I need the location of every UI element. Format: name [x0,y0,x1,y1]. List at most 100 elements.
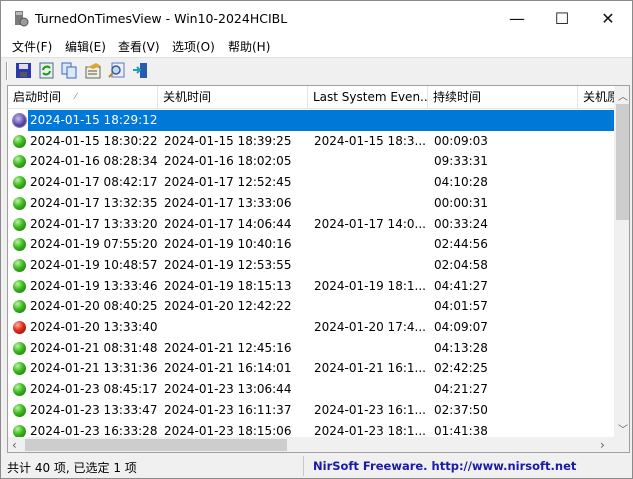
find-icon[interactable] [108,62,125,79]
cell-end: 2024-01-23 16:11:37 [164,402,292,417]
table-row[interactable]: 2024-01-20 08:40:25 2024-01-20 12:42:22 04… [8,296,614,317]
cell-start: 2024-01-23 13:33:47 [30,402,158,417]
cell-start: 2024-01-21 13:31:36 [30,361,158,376]
cell-start: 2024-01-15 18:30:22 [30,133,158,148]
cell-last: 2024-01-23 16:1... [314,402,426,417]
green-status-icon [13,362,26,376]
cell-dur: 02:42:25 [434,361,488,376]
table-row[interactable]: 2024-01-17 08:42:17 2024-01-17 12:52:45 04… [8,172,614,193]
menu-options[interactable]: 选项(O) [172,38,215,55]
green-status-icon [13,279,26,293]
maximize-button[interactable]: ☐ [539,1,585,35]
sort-ascending-icon: ⁄ [75,92,77,102]
cell-start: 2024-01-19 13:33:46 [30,278,158,293]
table-row[interactable]: 2024-01-17 13:33:20 2024-01-17 14:06:44 20… [8,214,614,235]
cell-dur: 04:41:27 [434,278,488,293]
app-icon [15,11,29,27]
scroll-left-icon[interactable]: ‹ [12,438,17,452]
cell-end: 2024-01-20 12:42:22 [164,299,292,314]
column-label: 启动时间 [13,90,62,104]
menu-file[interactable]: 文件(F) [12,38,52,55]
exit-icon[interactable] [132,62,149,79]
cell-end: 2024-01-17 14:06:44 [164,216,292,231]
cell-dur: 04:13:28 [434,340,488,355]
column-header-start-time[interactable]: 启动时间 ⁄ [8,86,158,109]
cell-end: 2024-01-15 18:39:25 [164,133,292,148]
cell-end: 2024-01-19 12:53:55 [164,257,292,272]
green-status-icon [13,341,26,355]
scroll-down-icon[interactable]: ﹀ [618,421,628,436]
cell-end: 2024-01-16 18:02:05 [164,154,292,169]
cell-last: 2024-01-21 16:1... [314,361,426,376]
scroll-up-icon[interactable]: ︿ [618,88,628,103]
table-row[interactable]: 2024-01-23 13:33:47 2024-01-23 16:11:37 20… [8,400,614,421]
cell-dur: 04:01:57 [434,299,488,314]
cell-end: 2024-01-17 12:52:45 [164,175,292,190]
green-status-icon [13,176,26,190]
table-row[interactable]: 2024-01-20 13:33:40 2024-01-20 17:4... 04:… [8,317,614,338]
cell-last: 2024-01-23 18:1... [314,423,426,438]
status-divider [303,456,304,476]
times-list[interactable]: 启动时间 ⁄ 关机时间 Last System Even... 持续时间 关机原 … [7,85,630,453]
table-row[interactable]: 2024-01-15 18:29:12 [8,110,614,131]
cell-start: 2024-01-23 16:33:28 [30,423,158,438]
save-icon[interactable] [15,62,32,79]
window-title: TurnedOnTimesView - Win10-2024HCIBL [35,11,288,26]
refresh-icon[interactable] [38,62,55,79]
green-status-icon [13,134,26,148]
nirsoft-link[interactable]: NirSoft Freeware. http://www.nirsoft.net [313,459,576,473]
cell-start: 2024-01-23 08:45:17 [30,382,158,397]
table-row[interactable]: 2024-01-19 10:48:57 2024-01-19 12:53:55 02… [8,255,614,276]
cell-start: 2024-01-16 08:28:34 [30,154,158,169]
minimize-button[interactable]: — [494,1,540,35]
current-session-icon [13,114,26,127]
green-status-icon [13,383,26,397]
cell-dur: 02:37:50 [434,402,488,417]
column-header-duration[interactable]: 持续时间 [428,86,578,109]
cell-dur: 09:33:31 [434,154,488,169]
cell-dur: 04:09:07 [434,320,488,334]
cell-last: 2024-01-20 17:4... [314,320,426,334]
column-header-shutdown-time[interactable]: 关机时间 [158,86,308,109]
table-row[interactable]: 2024-01-17 13:32:35 2024-01-17 13:33:06 00… [8,193,614,214]
menu-edit[interactable]: 编辑(E) [65,38,106,55]
horizontal-scroll-thumb[interactable] [25,439,287,451]
cell-end: 2024-01-23 13:06:44 [164,382,292,397]
table-row[interactable]: 2024-01-21 13:31:36 2024-01-21 16:14:01 20… [8,358,614,379]
vertical-scrollbar[interactable]: ︿ ﹀ [614,86,629,437]
cell-dur: 02:04:58 [434,257,488,272]
table-row[interactable]: 2024-01-19 13:33:46 2024-01-19 18:15:13 20… [8,276,614,297]
cell-end: 2024-01-17 13:33:06 [164,195,292,210]
table-row[interactable]: 2024-01-21 08:31:48 2024-01-21 12:45:16 04… [8,338,614,359]
green-status-icon [13,217,26,231]
menu-view[interactable]: 查看(V) [118,38,160,55]
table-row[interactable]: 2024-01-19 07:55:20 2024-01-19 10:40:16 02… [8,234,614,255]
cell-start: 2024-01-15 18:29:12 [30,113,158,127]
table-row[interactable]: 2024-01-15 18:30:22 2024-01-15 18:39:25 20… [8,131,614,152]
column-header-last-system-event[interactable]: Last System Even... [308,86,428,109]
column-header-shutdown-reason[interactable]: 关机原 [578,86,618,109]
cell-last: 2024-01-15 18:3... [314,133,426,148]
scroll-corner [614,437,629,452]
table-row[interactable]: 2024-01-23 08:45:17 2024-01-23 13:06:44 04… [8,379,614,400]
properties-icon[interactable] [85,62,102,79]
table-row[interactable]: 2024-01-16 08:28:34 2024-01-16 18:02:05 09… [8,151,614,172]
table-row[interactable]: 2024-01-23 16:33:28 2024-01-23 18:15:06 20… [8,421,614,438]
red-status-icon [13,321,26,334]
copy-icon[interactable] [61,62,78,79]
green-status-icon [13,300,26,314]
horizontal-scrollbar[interactable]: ‹ › [8,437,614,452]
app-window: TurnedOnTimesView - Win10-2024HCIBL — ☐ … [0,0,633,479]
cell-start: 2024-01-17 13:32:35 [30,195,158,210]
vertical-scroll-thumb[interactable] [616,104,629,220]
scroll-right-icon[interactable]: › [600,438,605,452]
cell-start: 2024-01-17 13:33:20 [30,216,158,231]
green-status-icon [13,258,26,272]
green-status-icon [13,403,26,417]
cell-dur: 00:00:31 [434,195,488,210]
cell-start: 2024-01-17 08:42:17 [30,175,158,190]
menu-help[interactable]: 帮助(H) [228,38,270,55]
list-header: 启动时间 ⁄ 关机时间 Last System Even... 持续时间 关机原 [8,86,618,109]
status-count: 共计 40 项, 已选定 1 项 [7,461,137,475]
close-button[interactable]: ✕ [585,1,631,35]
